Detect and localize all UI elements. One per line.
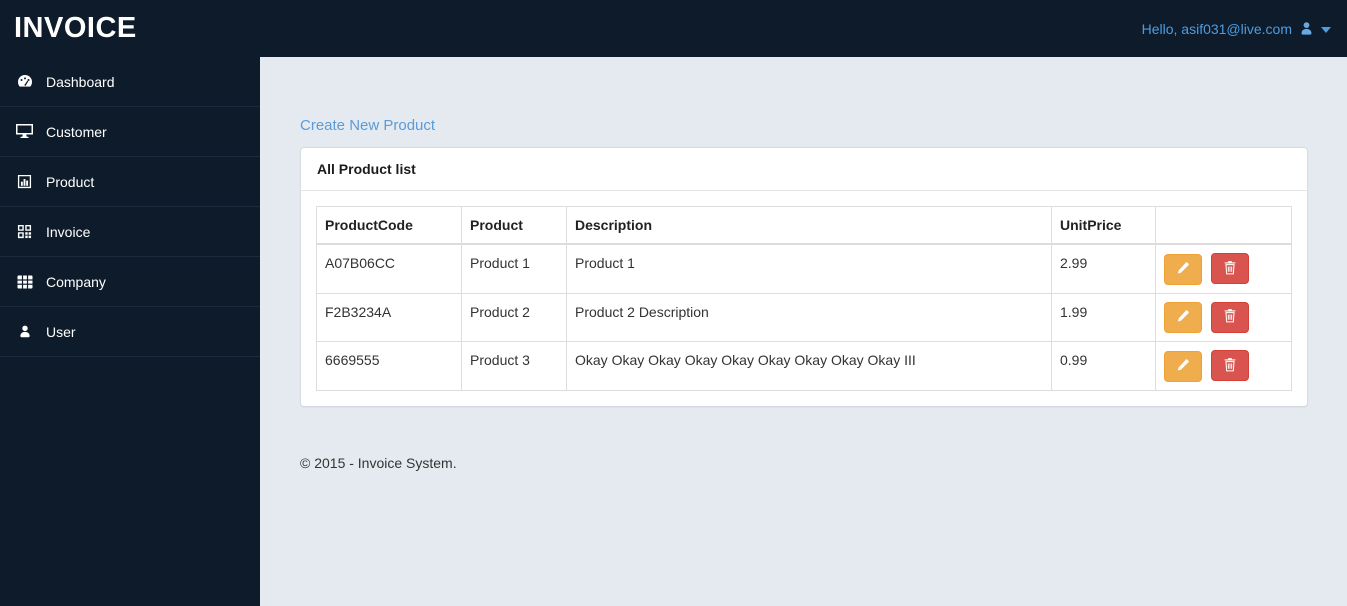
delete-product-button[interactable] xyxy=(1210,253,1249,285)
column-header-unitprice: UnitPrice xyxy=(1051,206,1156,246)
table-row: 6669555 Product 3 Okay Okay Okay Okay Ok… xyxy=(316,341,1292,391)
brand-logo[interactable]: INVOICE xyxy=(14,0,137,57)
pencil-icon xyxy=(1176,358,1190,375)
person-icon xyxy=(16,324,33,339)
sidebar-item-label: Product xyxy=(46,173,95,190)
unit-price-cell: 1.99 xyxy=(1051,292,1156,343)
pencil-icon xyxy=(1176,261,1190,278)
desktop-icon xyxy=(16,124,33,139)
sidebar-item-invoice[interactable]: Invoice xyxy=(0,207,260,257)
delete-product-button[interactable] xyxy=(1210,350,1249,382)
edit-product-button[interactable] xyxy=(1164,253,1202,285)
user-icon xyxy=(1299,21,1314,36)
table-row: F2B3234A Product 2 Product 2 Description… xyxy=(316,292,1292,343)
create-new-product-link[interactable]: Create New Product xyxy=(300,117,435,134)
product-name-cell: Product 3 xyxy=(461,341,567,391)
unit-price-cell: 2.99 xyxy=(1051,243,1156,294)
product-table-body: A07B06CC Product 1 Product 1 2.99 F2B323… xyxy=(316,243,1292,391)
trash-icon xyxy=(1223,308,1237,326)
edit-product-button[interactable] xyxy=(1164,350,1202,382)
unit-price-cell: 0.99 xyxy=(1051,341,1156,391)
product-description-cell: Product 2 Description xyxy=(566,292,1052,343)
panel-title: All Product list xyxy=(301,148,1307,191)
delete-product-button[interactable] xyxy=(1210,301,1249,333)
edit-product-button[interactable] xyxy=(1164,302,1202,334)
column-header-product: Product xyxy=(461,206,567,246)
dashboard-icon xyxy=(16,74,33,90)
user-greeting: Hello, asif031@live.com xyxy=(1141,20,1292,37)
trash-icon xyxy=(1223,357,1237,375)
top-navbar: INVOICE Hello, asif031@live.com xyxy=(0,0,1347,57)
sidebar-item-product[interactable]: Product xyxy=(0,157,260,207)
table-row: A07B06CC Product 1 Product 1 2.99 xyxy=(316,243,1292,294)
actions-cell xyxy=(1155,341,1292,391)
invoice-app: INVOICE Hello, asif031@live.com Dashboar… xyxy=(0,0,1347,606)
panel-body: ProductCode Product Description UnitPric… xyxy=(301,191,1307,406)
actions-cell xyxy=(1155,243,1292,294)
column-header-productcode: ProductCode xyxy=(316,206,462,246)
sidebar-item-label: Company xyxy=(46,273,106,290)
sidebar-item-label: Dashboard xyxy=(46,73,115,90)
product-description-cell: Okay Okay Okay Okay Okay Okay Okay Okay … xyxy=(566,341,1052,391)
user-menu[interactable]: Hello, asif031@live.com xyxy=(1142,21,1331,37)
product-name-cell: Product 2 xyxy=(461,292,567,343)
copyright-footer: © 2015 - Invoice System. xyxy=(300,454,457,471)
sidebar-item-label: Customer xyxy=(46,123,107,140)
trash-icon xyxy=(1223,260,1237,278)
table-header-row: ProductCode Product Description UnitPric… xyxy=(316,206,1292,246)
column-header-description: Description xyxy=(566,206,1052,246)
product-code-cell: A07B06CC xyxy=(316,243,462,294)
main-content: Create New Product All Product list Prod… xyxy=(260,57,1347,606)
sidebar-item-user[interactable]: User xyxy=(0,307,260,357)
chevron-down-icon xyxy=(1321,26,1331,33)
table-icon xyxy=(16,275,33,289)
actions-cell xyxy=(1155,292,1292,343)
sidebar-item-label: Invoice xyxy=(46,223,91,240)
product-list-panel: All Product list ProductCode Product Des… xyxy=(300,147,1308,407)
sidebar-nav: Dashboard Customer Product Invoice Compa… xyxy=(0,57,260,606)
pencil-icon xyxy=(1176,309,1190,326)
product-table: ProductCode Product Description UnitPric… xyxy=(316,206,1292,391)
product-code-cell: F2B3234A xyxy=(316,292,462,343)
qrcode-icon xyxy=(16,224,33,239)
sidebar-item-company[interactable]: Company xyxy=(0,257,260,307)
sidebar-item-dashboard[interactable]: Dashboard xyxy=(0,57,260,107)
bar-chart-icon xyxy=(16,174,33,189)
sidebar-item-customer[interactable]: Customer xyxy=(0,107,260,157)
product-description-cell: Product 1 xyxy=(566,243,1052,294)
column-header-actions xyxy=(1155,206,1292,246)
sidebar-item-label: User xyxy=(46,323,76,340)
product-name-cell: Product 1 xyxy=(461,243,567,294)
product-code-cell: 6669555 xyxy=(316,341,462,391)
